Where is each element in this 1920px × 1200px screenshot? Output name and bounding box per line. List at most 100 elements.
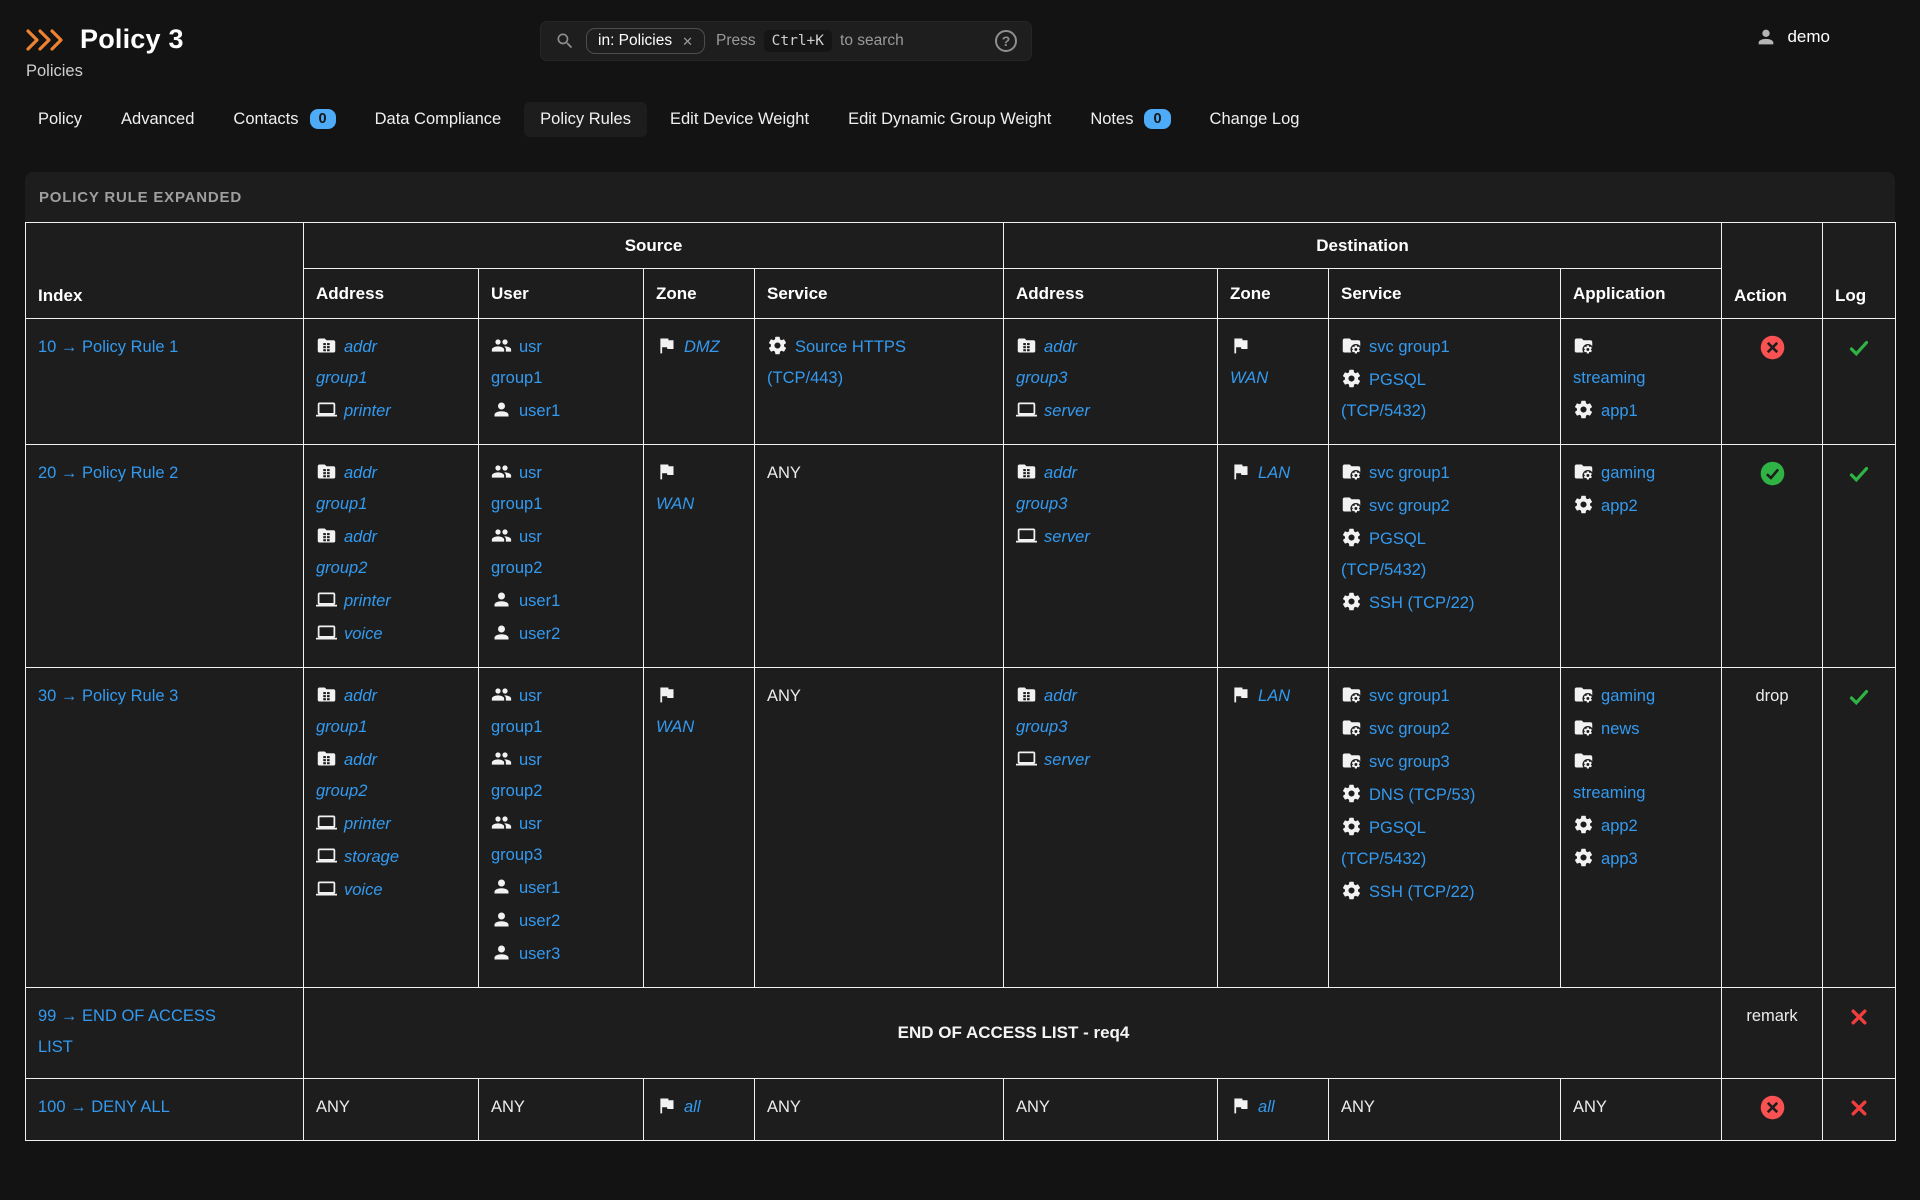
service-item[interactable]: DNS (TCP/53) bbox=[1341, 780, 1550, 811]
service-group-link[interactable]: streaming bbox=[1573, 784, 1645, 802]
address-group-item[interactable]: addrgroup3 bbox=[1016, 332, 1207, 394]
service-group-item[interactable]: gaming bbox=[1573, 458, 1711, 489]
service-item[interactable]: PGSQL(TCP/5432) bbox=[1341, 813, 1550, 875]
user-link[interactable]: user2 bbox=[519, 625, 560, 643]
user-item[interactable]: user3 bbox=[491, 939, 633, 970]
zone-flag-link[interactable]: WAN bbox=[656, 495, 694, 513]
user-group-item[interactable]: usrgroup1 bbox=[491, 332, 633, 394]
rule-link[interactable]: 20 → Policy Rule 2 bbox=[38, 458, 178, 489]
zone-flag-item[interactable]: all bbox=[1230, 1092, 1318, 1123]
service-item[interactable]: Source HTTPS(TCP/443) bbox=[767, 332, 993, 394]
host-item[interactable]: printer bbox=[316, 809, 468, 840]
service-item[interactable]: app2 bbox=[1573, 811, 1711, 842]
host-link[interactable]: server bbox=[1044, 528, 1090, 546]
host-link[interactable]: printer bbox=[344, 402, 391, 420]
rule-link[interactable]: 100 → DENY ALL bbox=[38, 1092, 170, 1123]
user-item[interactable]: user2 bbox=[491, 619, 633, 650]
service-group-item[interactable]: gaming bbox=[1573, 681, 1711, 712]
host-link[interactable]: voice bbox=[344, 881, 383, 899]
user-link[interactable]: user1 bbox=[519, 879, 560, 897]
service-group-item[interactable]: svc group2 bbox=[1341, 714, 1550, 745]
tab-edit-dynamic-group-weight[interactable]: Edit Dynamic Group Weight bbox=[832, 102, 1067, 137]
zone-flag-link[interactable]: WAN bbox=[656, 718, 694, 736]
user-item[interactable]: user1 bbox=[491, 586, 633, 617]
rule-link[interactable]: 30 → Policy Rule 3 bbox=[38, 681, 178, 712]
rule-link[interactable]: 99 → END OF ACCESS LIST bbox=[38, 1001, 243, 1063]
rule-link[interactable]: 10 → Policy Rule 1 bbox=[38, 332, 178, 363]
host-link[interactable]: server bbox=[1044, 751, 1090, 769]
tab-contacts[interactable]: Contacts0 bbox=[217, 101, 351, 137]
service-group-item[interactable]: svc group1 bbox=[1341, 458, 1550, 489]
service-group-link[interactable]: svc group2 bbox=[1369, 497, 1450, 515]
user-group-item[interactable]: usrgroup3 bbox=[491, 809, 633, 871]
service-group-item[interactable]: svc group1 bbox=[1341, 332, 1550, 363]
search-scope-chip[interactable]: in: Policies ✕ bbox=[586, 28, 705, 54]
service-group-link[interactable]: gaming bbox=[1601, 687, 1655, 705]
host-link[interactable]: server bbox=[1044, 402, 1090, 420]
tab-edit-device-weight[interactable]: Edit Device Weight bbox=[654, 102, 825, 137]
help-icon[interactable]: ? bbox=[995, 30, 1017, 52]
user-group-item[interactable]: usrgroup2 bbox=[491, 522, 633, 584]
user-link[interactable]: user1 bbox=[519, 592, 560, 610]
user-group-item[interactable]: usrgroup1 bbox=[491, 681, 633, 743]
zone-flag-link[interactable]: LAN bbox=[1258, 464, 1290, 482]
user-link[interactable]: user3 bbox=[519, 945, 560, 963]
address-group-item[interactable]: addrgroup2 bbox=[316, 522, 468, 584]
service-group-item[interactable]: svc group3 bbox=[1341, 747, 1550, 778]
tab-data-compliance[interactable]: Data Compliance bbox=[359, 102, 518, 137]
zone-flag-item[interactable]: WAN bbox=[656, 458, 744, 520]
host-link[interactable]: printer bbox=[344, 815, 391, 833]
tab-policy-rules[interactable]: Policy Rules bbox=[524, 102, 647, 137]
zone-flag-item[interactable]: DMZ bbox=[656, 332, 744, 363]
service-group-link[interactable]: svc group3 bbox=[1369, 753, 1450, 771]
address-group-item[interactable]: addrgroup1 bbox=[316, 332, 468, 394]
service-group-link[interactable]: svc group2 bbox=[1369, 720, 1450, 738]
zone-flag-item[interactable]: LAN bbox=[1230, 681, 1318, 712]
service-group-item[interactable]: streaming bbox=[1573, 332, 1711, 394]
user-item[interactable]: user1 bbox=[491, 873, 633, 904]
zone-flag-item[interactable]: all bbox=[656, 1092, 744, 1123]
service-item[interactable]: SSH (TCP/22) bbox=[1341, 877, 1550, 908]
zone-flag-link[interactable]: all bbox=[1258, 1098, 1275, 1116]
address-group-item[interactable]: addrgroup1 bbox=[316, 458, 468, 520]
user-link[interactable]: user2 bbox=[519, 912, 560, 930]
service-group-link[interactable]: gaming bbox=[1601, 464, 1655, 482]
service-link[interactable]: app3 bbox=[1601, 850, 1638, 868]
service-group-link[interactable]: svc group1 bbox=[1369, 464, 1450, 482]
address-group-item[interactable]: addrgroup3 bbox=[1016, 458, 1207, 520]
tab-policy[interactable]: Policy bbox=[22, 102, 98, 137]
host-item[interactable]: server bbox=[1016, 396, 1207, 427]
address-group-item[interactable]: addrgroup1 bbox=[316, 681, 468, 743]
host-item[interactable]: storage bbox=[316, 842, 468, 873]
service-group-item[interactable]: streaming bbox=[1573, 747, 1711, 809]
zone-flag-item[interactable]: LAN bbox=[1230, 458, 1318, 489]
service-item[interactable]: app3 bbox=[1573, 844, 1711, 875]
address-group-item[interactable]: addrgroup3 bbox=[1016, 681, 1207, 743]
zone-flag-item[interactable]: WAN bbox=[656, 681, 744, 743]
user-menu[interactable]: demo bbox=[1755, 26, 1830, 48]
user-group-item[interactable]: usrgroup1 bbox=[491, 458, 633, 520]
service-group-link[interactable]: svc group1 bbox=[1369, 338, 1450, 356]
service-group-item[interactable]: news bbox=[1573, 714, 1711, 745]
tab-notes[interactable]: Notes0 bbox=[1074, 101, 1186, 137]
global-search-input[interactable]: in: Policies ✕ Press Ctrl+K to search ? bbox=[540, 21, 1032, 61]
user-item[interactable]: user1 bbox=[491, 396, 633, 427]
zone-flag-link[interactable]: DMZ bbox=[684, 338, 720, 356]
host-item[interactable]: printer bbox=[316, 396, 468, 427]
user-item[interactable]: user2 bbox=[491, 906, 633, 937]
zone-flag-link[interactable]: all bbox=[684, 1098, 701, 1116]
service-link[interactable]: app2 bbox=[1601, 497, 1638, 515]
host-link[interactable]: printer bbox=[344, 592, 391, 610]
zone-flag-item[interactable]: WAN bbox=[1230, 332, 1318, 394]
zone-flag-link[interactable]: WAN bbox=[1230, 369, 1268, 387]
host-link[interactable]: storage bbox=[344, 848, 399, 866]
service-link[interactable]: app2 bbox=[1601, 817, 1638, 835]
service-group-item[interactable]: svc group2 bbox=[1341, 491, 1550, 522]
service-group-item[interactable]: svc group1 bbox=[1341, 681, 1550, 712]
service-group-link[interactable]: svc group1 bbox=[1369, 687, 1450, 705]
zone-flag-link[interactable]: LAN bbox=[1258, 687, 1290, 705]
host-link[interactable]: voice bbox=[344, 625, 383, 643]
user-link[interactable]: user1 bbox=[519, 402, 560, 420]
service-group-link[interactable]: news bbox=[1601, 720, 1640, 738]
tab-advanced[interactable]: Advanced bbox=[105, 102, 210, 137]
